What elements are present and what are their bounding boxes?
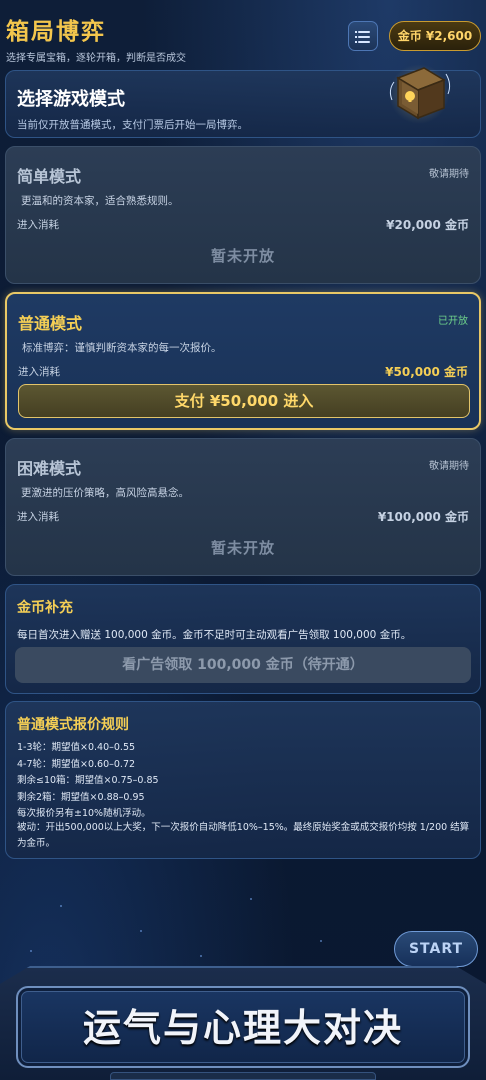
app-subtitle: 选择专属宝箱，逐轮开箱，判断是否成交 xyxy=(6,53,186,64)
rules-list: 1-3轮：期望值×0.40–0.55 4-7轮：期望值×0.60–0.72 剩余… xyxy=(17,740,159,823)
quote-rules-panel: 普通模式报价规则 1-3轮：期望值×0.40–0.55 4-7轮：期望值×0.6… xyxy=(5,701,481,859)
cost-label: 进入消耗 xyxy=(18,366,60,378)
coin-supply-panel: 金币补充 每日首次进入赠送 100,000 金币。金币不足时可主动观看广告领取 … xyxy=(5,584,481,694)
cost-value: ¥50,000 金币 xyxy=(385,365,468,379)
passive-rule: 被动：开出500,000以上大奖，下一次报价自动降低10%–15%。最终原始奖金… xyxy=(17,822,470,849)
rule-line: 4-7轮：期望值×0.60–0.72 xyxy=(17,758,136,770)
mode-status: 敬请期待 xyxy=(429,461,469,472)
star-decoration xyxy=(320,940,322,942)
app-header: 箱局博弈 选择专属宝箱，逐轮开箱，判断是否成交 金币 ¥2,600 xyxy=(0,0,486,68)
rule-line: 1-3轮：期望值×0.40–0.55 xyxy=(17,742,136,753)
supply-title: 金币补充 xyxy=(17,600,73,616)
star-decoration xyxy=(200,955,202,957)
cost-label: 进入消耗 xyxy=(17,511,59,523)
mode-card-hard: 困难模式 敬请期待 更激进的压价策略，高风险高悬念。 进入消耗 ¥100,000… xyxy=(5,438,481,576)
mode-status: 已开放 xyxy=(438,316,468,327)
mode-description: 更激进的压价策略，高风险高悬念。 xyxy=(21,487,189,499)
mode-status: 敬请期待 xyxy=(429,169,469,180)
bottom-banner: 运气与心理大对决 xyxy=(16,986,470,1068)
section-title: 选择游戏模式 xyxy=(17,89,125,110)
rule-line: 剩余≤10箱：期望值×0.75–0.85 xyxy=(17,775,159,786)
not-open-label: 暂未开放 xyxy=(210,539,275,557)
mode-description: 更温和的资本家，适合熟悉规则。 xyxy=(21,195,179,207)
section-description: 当前仅开放普通模式，支付门票后开始一局博弈。 xyxy=(17,119,248,131)
cost-value: ¥20,000 金币 xyxy=(386,218,469,232)
mode-card-easy: 简单模式 敬请期待 更温和的资本家，适合熟悉规则。 进入消耗 ¥20,000 金… xyxy=(5,146,481,284)
mode-description: 标准博弈：谨慎判断资本家的每一次报价。 xyxy=(22,342,222,354)
cost-label: 进入消耗 xyxy=(17,219,59,231)
star-decoration xyxy=(250,898,252,900)
mode-title: 困难模式 xyxy=(17,459,82,478)
star-decoration xyxy=(140,930,142,932)
not-open-label: 暂未开放 xyxy=(210,247,275,265)
treasure-chest-icon xyxy=(389,64,451,124)
mode-title: 普通模式 xyxy=(18,314,83,333)
banner-slogan: 运气与心理大对决 xyxy=(82,1005,403,1050)
cost-value: ¥100,000 金币 xyxy=(377,510,469,524)
rule-line: 剩余2箱：期望值×0.88–0.95 xyxy=(17,791,145,803)
bottom-bar xyxy=(110,1072,376,1080)
watch-ad-button[interactable]: 看广告领取 100,000 金币（待开通） xyxy=(15,647,471,683)
rules-title: 普通模式报价规则 xyxy=(17,717,129,733)
start-button[interactable]: START xyxy=(394,931,478,967)
star-decoration xyxy=(30,950,32,952)
coin-balance: 金币 ¥2,600 xyxy=(389,21,481,51)
pay-enter-button[interactable]: 支付 ¥50,000 进入 xyxy=(18,384,470,418)
supply-description: 每日首次进入赠送 100,000 金币。金币不足时可主动观看广告领取 100,0… xyxy=(17,629,412,641)
star-decoration xyxy=(60,905,62,907)
mode-title: 简单模式 xyxy=(17,167,82,186)
menu-button[interactable] xyxy=(348,21,378,51)
mode-card-normal: 普通模式 已开放 标准博弈：谨慎判断资本家的每一次报价。 进入消耗 ¥50,00… xyxy=(5,292,481,430)
app-title: 箱局博弈 xyxy=(6,19,106,45)
